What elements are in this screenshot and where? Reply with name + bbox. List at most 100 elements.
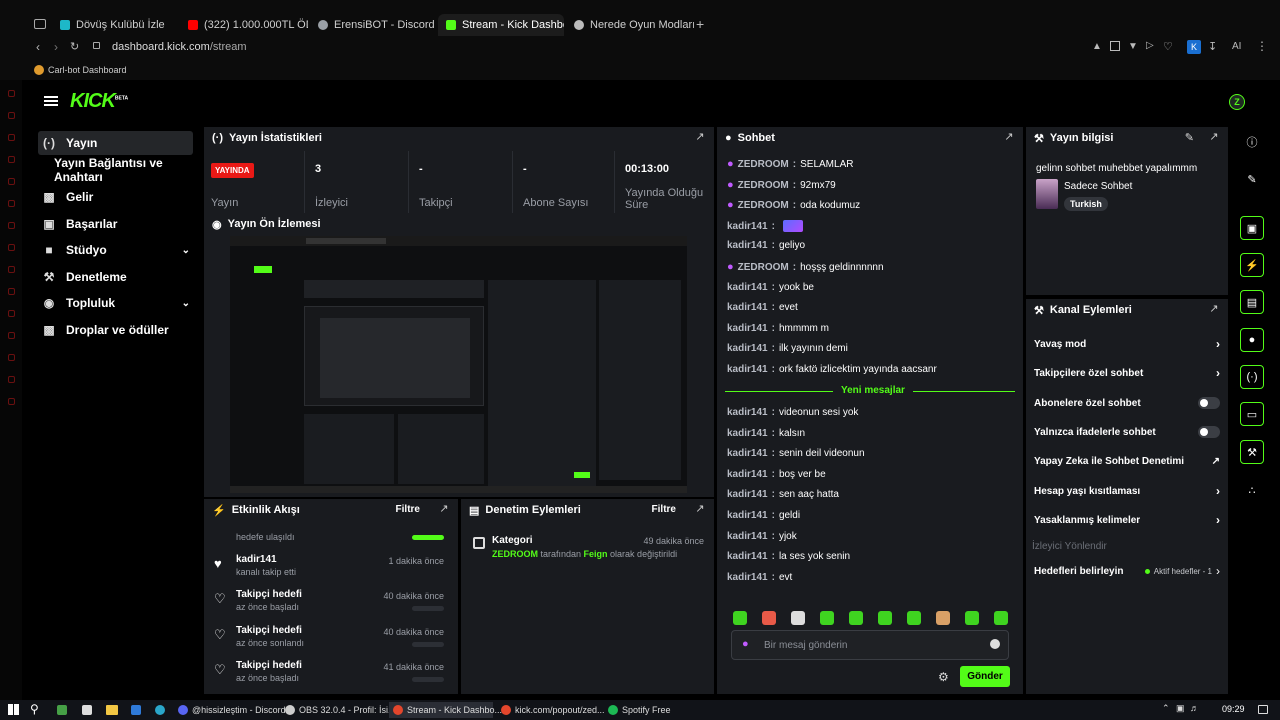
scan-icon[interactable]: ▣ <box>1240 216 1264 240</box>
rail-icon[interactable] <box>8 90 15 97</box>
expand-icon[interactable]: ↗ <box>1208 131 1220 143</box>
emote-icon[interactable] <box>849 611 863 625</box>
set-goals-row[interactable]: Hedefleri belirleyin Aktif hedefler - 1 … <box>1034 561 1220 581</box>
app-icon[interactable] <box>82 705 92 715</box>
emote-icon[interactable] <box>762 611 776 625</box>
banned-words-row[interactable]: Yasaklanmış kelimeler › <box>1034 510 1220 530</box>
rail-icon[interactable] <box>8 376 15 383</box>
taskbar-item[interactable]: Spotify Free <box>604 702 708 718</box>
rail-icon[interactable] <box>8 134 15 141</box>
heart-outline-icon[interactable]: ♡ <box>1163 40 1173 53</box>
account-age-row[interactable]: Hesap yaşı kısıtlaması › <box>1034 481 1220 501</box>
edge-icon[interactable] <box>155 705 165 715</box>
emoji-icon[interactable] <box>990 639 1000 649</box>
sidebar-item-studyo[interactable]: ■ Stüdyo ⌄ <box>38 238 190 262</box>
expand-icon[interactable]: ↗ <box>438 503 450 515</box>
emote-icon[interactable] <box>936 611 950 625</box>
sidebar-item-gelir[interactable]: ▩ Gelir <box>38 185 216 209</box>
windows-start-icon[interactable] <box>8 704 19 715</box>
sidebar-toggle-icon[interactable] <box>34 19 46 29</box>
sidebar-item-droplar[interactable]: ▩ Droplar ve ödüller <box>38 318 200 342</box>
expand-icon[interactable]: ↗ <box>1003 131 1015 143</box>
chat-username[interactable]: kadir141 <box>727 448 768 459</box>
chat-username[interactable]: kadir141 <box>727 510 768 521</box>
rail-icon[interactable] <box>8 112 15 119</box>
share-icon[interactable]: ∴ <box>1240 478 1264 502</box>
sidebar-item-yayin-baglantisi[interactable]: Yayın Bağlantısı ve Anahtarı <box>50 156 200 184</box>
emote-icon[interactable] <box>733 611 747 625</box>
chat-username[interactable]: ZEDROOM <box>738 159 789 170</box>
taskbar-item-active[interactable]: Stream - Kick Dashbo... <box>389 702 502 718</box>
sidebar-item-yayin[interactable]: (·) Yayın <box>38 131 193 155</box>
send-button[interactable]: Gönder <box>960 666 1010 687</box>
broadcast-icon[interactable]: (·) <box>1240 365 1264 389</box>
chat-username[interactable]: ZEDROOM <box>738 180 789 191</box>
language-tag[interactable]: Turkish <box>1064 197 1108 211</box>
back-icon[interactable]: ‹ <box>36 40 40 54</box>
emotes-only-toggle[interactable] <box>1198 426 1220 438</box>
pin-icon[interactable]: ▲ <box>1092 41 1102 52</box>
chat-username[interactable]: kadir141 <box>727 572 768 583</box>
chat-settings-icon[interactable]: ⚙ <box>938 670 949 684</box>
shield-icon[interactable]: ▼ <box>1128 41 1138 52</box>
chat-username[interactable]: kadir141 <box>727 531 768 542</box>
chat-username[interactable]: kadir141 <box>727 240 768 251</box>
browser-tab[interactable]: (322) 1.000.000TL ÖDÜL <box>180 14 308 36</box>
profile-avatar[interactable]: K <box>1187 40 1201 54</box>
rail-icon[interactable] <box>8 200 15 207</box>
emote-icon[interactable] <box>878 611 892 625</box>
sidebar-item-topluluk[interactable]: ◉ Topluluk ⌄ <box>38 291 190 315</box>
stream-preview-video[interactable] <box>230 236 687 493</box>
notification-icon[interactable] <box>1258 705 1268 714</box>
document-icon[interactable]: ▤ <box>1240 290 1264 314</box>
chat-username[interactable]: kadir141 <box>727 364 768 375</box>
chat-username[interactable]: kadir141 <box>727 302 768 313</box>
emote-icon[interactable] <box>965 611 979 625</box>
chat-username[interactable]: kadir141 <box>727 323 768 334</box>
rail-icon[interactable] <box>8 156 15 163</box>
browser-tab[interactable]: ErensiBOT - Discord Bot <box>310 14 438 36</box>
play-icon[interactable]: ▷ <box>1146 40 1154 51</box>
search-icon[interactable]: ⚲ <box>30 702 39 716</box>
emote-icon[interactable] <box>907 611 921 625</box>
expand-icon[interactable]: ↗ <box>1208 303 1220 315</box>
chat-username[interactable]: kadir141 <box>727 428 768 439</box>
menu-icon[interactable]: ⋮ <box>1256 39 1268 53</box>
wrench-icon[interactable]: ⚒ <box>1240 440 1264 464</box>
reload-icon[interactable]: ↻ <box>70 40 79 53</box>
lightning-icon[interactable]: ⚡ <box>1240 253 1264 277</box>
browser-tab[interactable]: Nerede Oyun Modları <box>566 14 694 36</box>
kick-logo[interactable]: KICKBETA <box>70 90 128 113</box>
rail-icon[interactable] <box>8 244 15 251</box>
edit-pencil-icon[interactable]: ✎ <box>1240 167 1264 191</box>
app-icon[interactable] <box>57 705 67 715</box>
category-name[interactable]: Sadece Sohbet <box>1064 181 1132 192</box>
browser-tab[interactable]: Dövüş Kulübü İzle <box>52 14 180 36</box>
chat-username[interactable]: kadir141 <box>727 551 768 562</box>
info-icon[interactable]: ⓘ <box>1240 130 1264 154</box>
emote-icon[interactable] <box>791 611 805 625</box>
chat-bubble-icon[interactable]: ● <box>1240 328 1264 352</box>
download-icon[interactable]: ↧ <box>1208 40 1217 53</box>
screenshot-icon[interactable] <box>1110 41 1120 51</box>
subscribers-only-toggle[interactable] <box>1198 397 1220 409</box>
chat-username[interactable]: kadir141 <box>727 282 768 293</box>
network-icon[interactable]: ▣ <box>1176 703 1185 714</box>
file-explorer-icon[interactable] <box>106 705 118 715</box>
rail-icon[interactable] <box>8 222 15 229</box>
forward-icon[interactable]: › <box>54 40 58 54</box>
chat-input[interactable]: ● Bir mesaj gönderin <box>731 630 1009 660</box>
emote-icon[interactable] <box>820 611 834 625</box>
rail-icon[interactable] <box>8 310 15 317</box>
url-field[interactable]: dashboard.kick.com/stream <box>112 41 247 53</box>
sidebar-item-basarilar[interactable]: ▣ Başarılar <box>38 212 216 236</box>
sidebar-item-denetleme[interactable]: ⚒ Denetleme <box>38 265 216 289</box>
rail-icon[interactable] <box>8 178 15 185</box>
rail-icon[interactable] <box>8 288 15 295</box>
chat-username[interactable]: kadir141 <box>727 489 768 500</box>
edit-pencil-icon[interactable]: ✎ <box>1185 131 1194 144</box>
ai-moderation-row[interactable]: Yapay Zeka ile Sohbet Denetimi ↗ <box>1034 451 1220 471</box>
rail-icon[interactable] <box>8 398 15 405</box>
filter-button[interactable]: Filtre <box>396 504 420 515</box>
slow-mode-row[interactable]: Yavaş mod › <box>1034 334 1220 354</box>
